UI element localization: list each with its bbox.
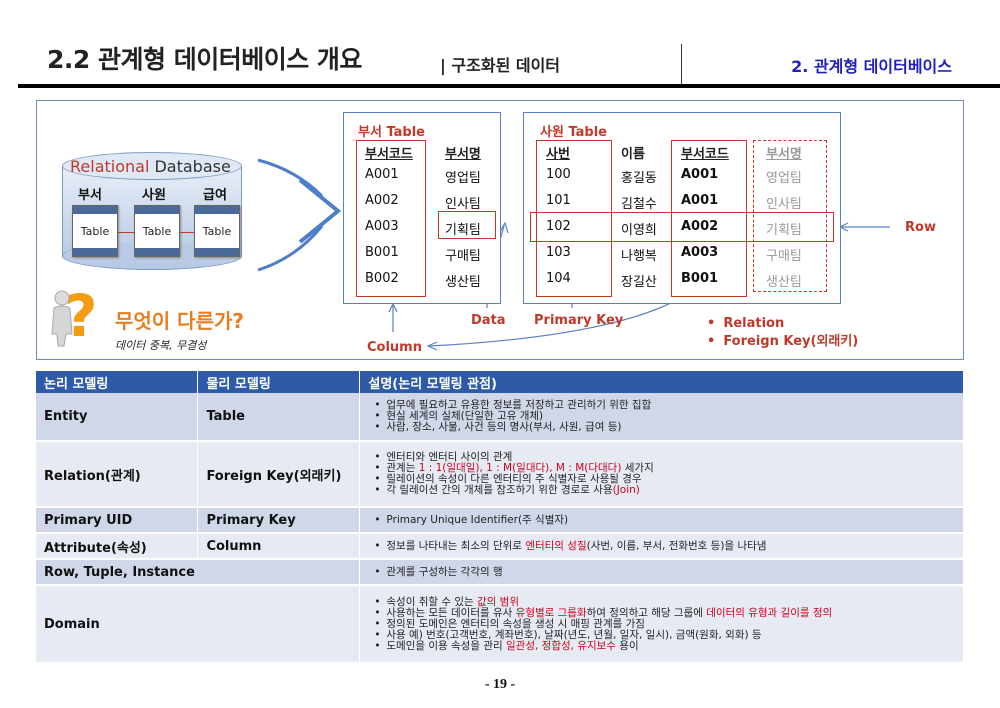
dept-table-cell: 기획팀 bbox=[445, 223, 481, 238]
emp-table-cell: 영업팀 bbox=[766, 171, 802, 186]
dept-table-cell: 영업팀 bbox=[445, 171, 481, 186]
col-description: 설명(논리 모델링 관점) bbox=[359, 371, 964, 393]
dept-table-cell: B002 bbox=[365, 271, 399, 286]
annotation-primary-key: Primary Key bbox=[534, 313, 624, 328]
dept-table-caption: 부서 Table bbox=[358, 125, 425, 140]
annotation-row: Row bbox=[905, 220, 936, 235]
annotation-foreign-key: Foreign Key(외래키) bbox=[707, 333, 858, 351]
emp-table-cell: 104 bbox=[546, 271, 571, 286]
annotation-relation: Relation bbox=[707, 315, 858, 333]
dept-col-name: 부서명 bbox=[445, 147, 481, 162]
emp-col-dept-name: 부서명 bbox=[766, 147, 802, 162]
annotation-data: Data bbox=[471, 313, 506, 328]
dept-col-code: 부서코드 bbox=[365, 147, 413, 162]
col-physical: 물리 모델링 bbox=[197, 371, 361, 393]
emp-table-cell: B001 bbox=[681, 271, 719, 286]
dept-table-cell: A003 bbox=[365, 219, 399, 234]
emp-table-cell: A001 bbox=[681, 193, 719, 208]
table-header-row: 논리 모델링 물리 모델링 설명(논리 모델링 관점) bbox=[36, 371, 964, 393]
emp-table-cell: 103 bbox=[546, 245, 571, 260]
dept-table-cell: B001 bbox=[365, 245, 399, 260]
emp-table-cell: 홍길동 bbox=[621, 171, 657, 186]
emp-table-cell: 김철수 bbox=[621, 197, 657, 212]
emp-table-caption: 사원 Table bbox=[540, 125, 607, 140]
table-row: Domain 속성이 취할 수 있는 값의 범위 사용하는 모든 데이터를 유사… bbox=[36, 585, 964, 664]
table-row: Primary UID Primary Key Primary Unique I… bbox=[36, 507, 964, 534]
annotation-relation-list: Relation Foreign Key(외래키) bbox=[707, 315, 858, 351]
emp-col-name: 이름 bbox=[621, 147, 645, 162]
emp-table-cell: 인사팀 bbox=[766, 197, 802, 212]
table-row: Row, Tuple, Instance 관계를 구성하는 각각의 행 bbox=[36, 559, 964, 586]
dept-table-cell: A001 bbox=[365, 167, 399, 182]
emp-col-id: 사번 bbox=[546, 147, 570, 162]
dept-table-cell: 생산팀 bbox=[445, 275, 481, 290]
emp-table-cell: 구매팀 bbox=[766, 249, 802, 264]
emp-table-cell: A003 bbox=[681, 245, 719, 260]
emp-table-cell: A001 bbox=[681, 167, 719, 182]
dept-table-cell: 인사팀 bbox=[445, 197, 481, 212]
emp-col-dept-code: 부서코드 bbox=[681, 147, 729, 162]
dept-table-cell: A002 bbox=[365, 193, 399, 208]
emp-table-cell: A002 bbox=[681, 219, 719, 234]
table-row: Relation(관계) Foreign Key(외래키) 엔터티와 엔터티 사… bbox=[36, 441, 964, 508]
emp-table-cell: 나행복 bbox=[621, 249, 657, 264]
col-logical: 논리 모델링 bbox=[36, 371, 199, 393]
emp-table-cell: 기획팀 bbox=[766, 223, 802, 238]
modeling-table: 논리 모델링 물리 모델링 설명(논리 모델링 관점) Entity Table… bbox=[36, 371, 964, 664]
emp-table-cell: 이영희 bbox=[621, 223, 657, 238]
table-row: Attribute(속성) Column 정보를 나타내는 최소의 단위로 엔터… bbox=[36, 533, 964, 560]
emp-table-cell: 102 bbox=[546, 219, 571, 234]
emp-table-cell: 생산팀 bbox=[766, 275, 802, 290]
annotation-column: Column bbox=[367, 340, 422, 355]
emp-table-cell: 101 bbox=[546, 193, 571, 208]
emp-table-cell: 장길산 bbox=[621, 275, 657, 290]
page-number: - 19 - bbox=[484, 677, 516, 692]
emp-table-cell: 100 bbox=[546, 167, 571, 182]
table-row: Entity Table 업무에 필요하고 유용한 정보를 저장하고 관리하기 … bbox=[36, 393, 964, 442]
dept-table-cell: 구매팀 bbox=[445, 249, 481, 264]
